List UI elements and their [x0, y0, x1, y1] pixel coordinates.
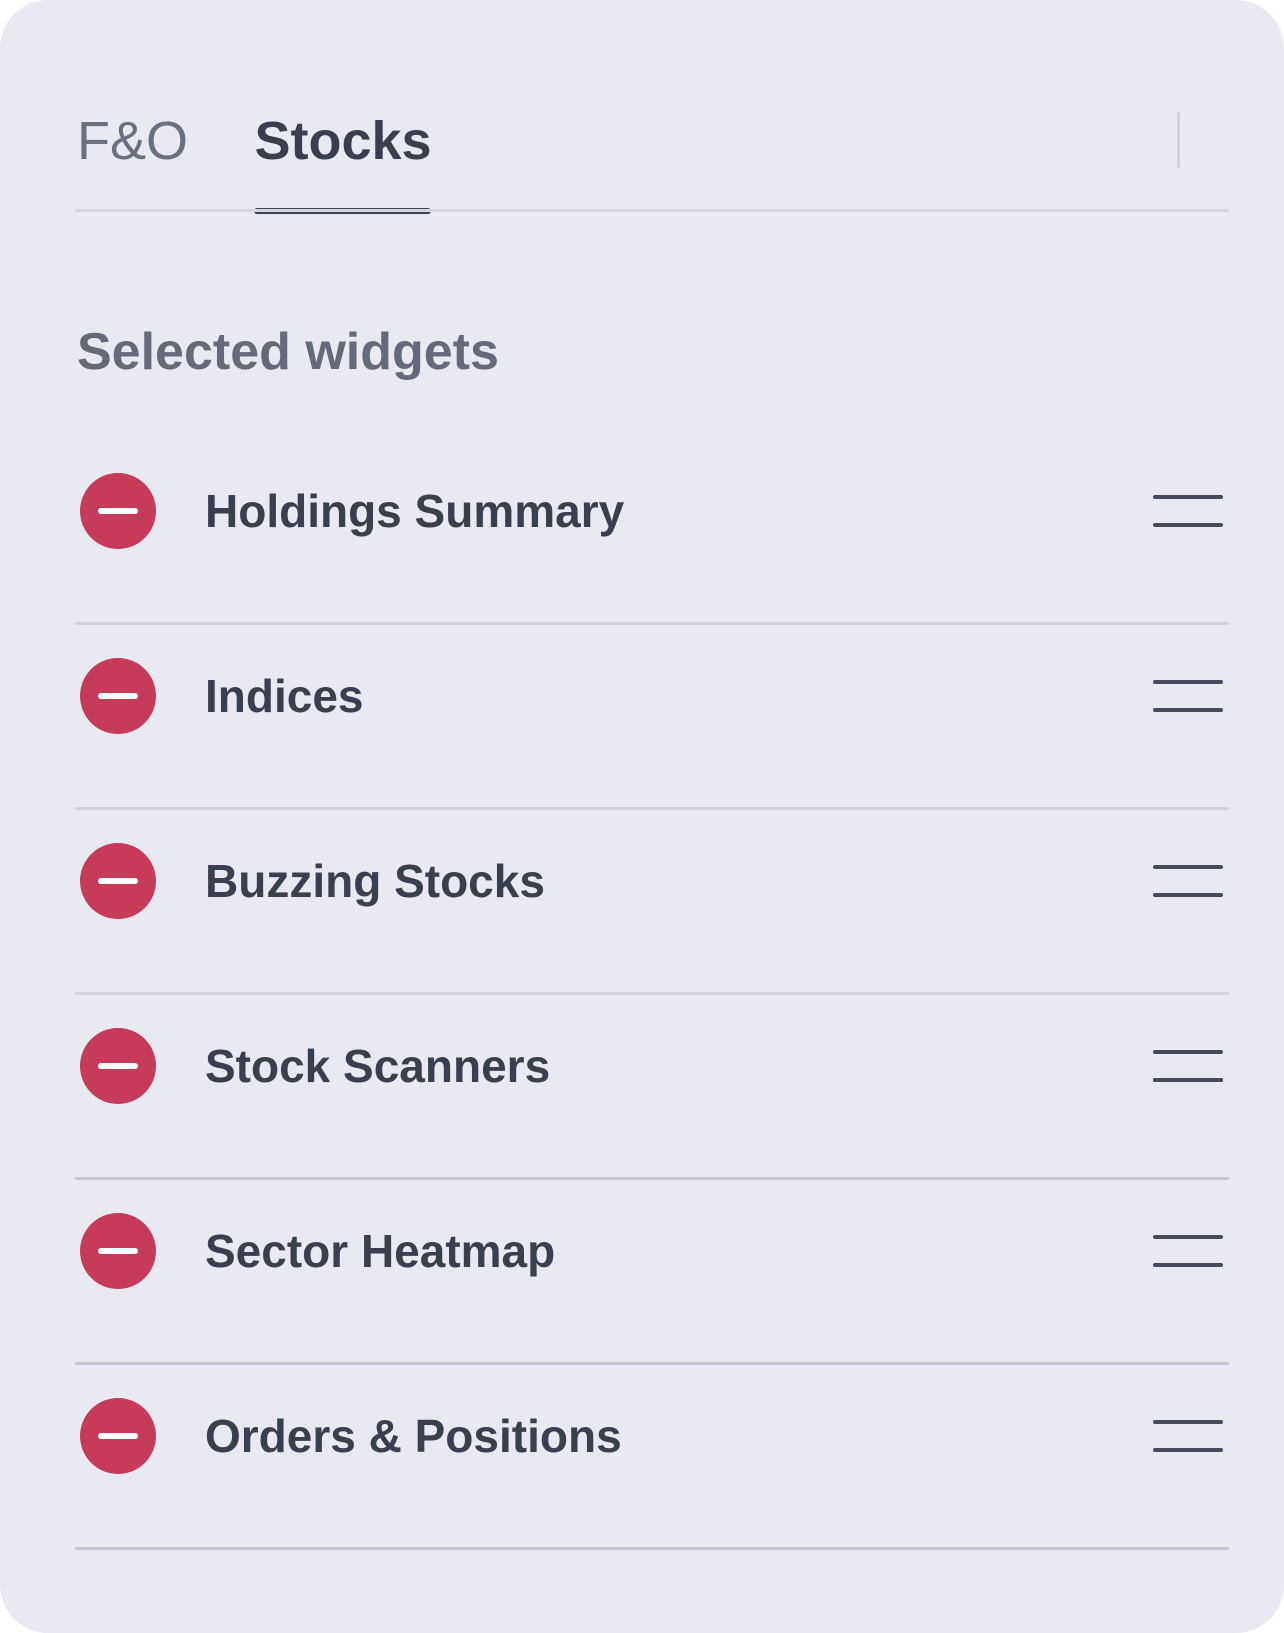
widget-row-sector-heatmap: Sector Heatmap [75, 1180, 1229, 1365]
widget-label: Stock Scanners [205, 1040, 551, 1092]
tab-stocks[interactable]: Stocks [254, 70, 432, 212]
drag-handle-icon[interactable] [1153, 680, 1223, 712]
section-title: Selected widgets [77, 323, 499, 381]
remove-widget-button[interactable] [80, 1398, 156, 1474]
remove-widget-button[interactable] [80, 473, 156, 549]
drag-handle-icon[interactable] [1153, 495, 1223, 527]
widget-row-holdings-summary: Holdings Summary [75, 440, 1229, 625]
widget-row-orders-positions: Orders & Positions [75, 1365, 1229, 1550]
tab-stocks-label: Stocks [254, 111, 432, 171]
tab-bar-divider [75, 209, 1229, 212]
tab-bar-separator [1177, 112, 1180, 168]
minus-circle-icon [98, 1248, 138, 1254]
widget-label: Sector Heatmap [205, 1225, 556, 1277]
remove-widget-button[interactable] [80, 658, 156, 734]
selected-widgets-list: Holdings Summary Indices Buzzing Stocks [75, 440, 1229, 1550]
drag-handle-icon[interactable] [1153, 1050, 1223, 1082]
minus-circle-icon [98, 878, 138, 884]
widget-row-stock-scanners: Stock Scanners [75, 995, 1229, 1180]
drag-handle-icon[interactable] [1153, 1235, 1223, 1267]
widget-label: Indices [205, 670, 364, 722]
tab-fo-label: F&O [77, 111, 189, 171]
minus-circle-icon [98, 508, 138, 514]
widget-label: Holdings Summary [205, 485, 625, 537]
remove-widget-button[interactable] [80, 1028, 156, 1104]
drag-handle-icon[interactable] [1153, 865, 1223, 897]
widget-settings-panel: F&O Stocks Selected widgets Holdings Sum… [0, 0, 1284, 1633]
drag-handle-icon[interactable] [1153, 1420, 1223, 1452]
widget-row-buzzing-stocks: Buzzing Stocks [75, 810, 1229, 995]
remove-widget-button[interactable] [80, 843, 156, 919]
tab-fo[interactable]: F&O [77, 70, 188, 212]
widget-label: Orders & Positions [205, 1410, 622, 1462]
remove-widget-button[interactable] [80, 1213, 156, 1289]
minus-circle-icon [98, 1063, 138, 1069]
minus-circle-icon [98, 693, 138, 699]
minus-circle-icon [98, 1433, 138, 1439]
widget-label: Buzzing Stocks [205, 855, 545, 907]
tab-bar: F&O Stocks [75, 70, 1229, 214]
widget-row-indices: Indices [75, 625, 1229, 810]
